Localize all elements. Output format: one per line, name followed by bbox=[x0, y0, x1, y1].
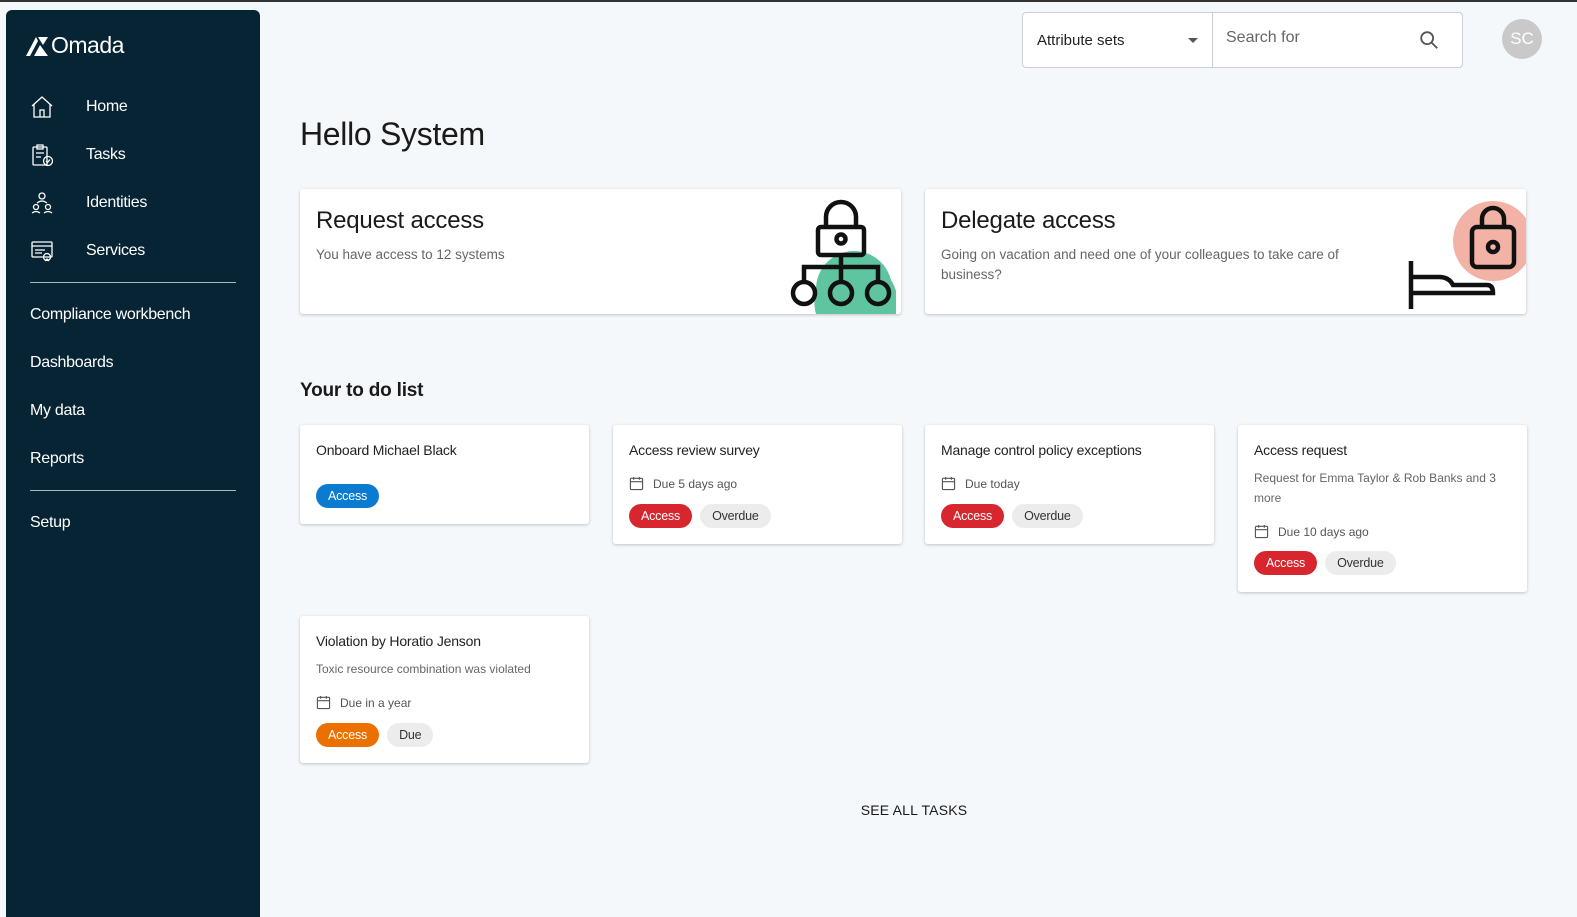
see-all-tasks-link[interactable]: SEE ALL TASKS bbox=[850, 802, 978, 824]
task-card[interactable]: Onboard Michael Black Access bbox=[300, 425, 589, 524]
access-tag: Access bbox=[629, 504, 693, 528]
services-icon bbox=[30, 238, 54, 264]
sidebar-item-identities[interactable]: Identities bbox=[30, 188, 147, 218]
calendar-icon bbox=[316, 695, 331, 710]
status-badge: Overdue bbox=[1012, 504, 1083, 528]
sidebar-item-setup[interactable]: Setup bbox=[30, 508, 71, 538]
sidebar-item-tasks[interactable]: Tasks bbox=[30, 140, 126, 170]
task-title: Access request bbox=[1254, 442, 1347, 458]
sidebar-item-label: Reports bbox=[30, 450, 84, 467]
task-due-text: Due today bbox=[965, 476, 1020, 491]
task-description: Toxic resource combination was violated bbox=[316, 662, 531, 676]
task-due-text: Due 10 days ago bbox=[1278, 524, 1369, 539]
calendar-icon bbox=[941, 476, 956, 491]
task-title: Manage control policy exceptions bbox=[941, 442, 1142, 458]
delegate-access-title: Delegate access bbox=[941, 207, 1116, 234]
access-tag: Access bbox=[941, 504, 1005, 528]
home-icon bbox=[30, 94, 54, 120]
status-badge: Overdue bbox=[700, 504, 771, 528]
sidebar-item-label: Setup bbox=[30, 514, 71, 531]
task-due: Due 5 days ago bbox=[629, 476, 737, 491]
omada-logo[interactable]: Omada bbox=[25, 32, 124, 59]
task-title: Onboard Michael Black bbox=[316, 442, 457, 458]
todo-list-title: Your to do list bbox=[300, 380, 424, 401]
task-tags: Access Overdue bbox=[1254, 551, 1396, 575]
tasks-icon bbox=[30, 142, 54, 168]
task-due: Due today bbox=[941, 476, 1020, 491]
request-access-card[interactable]: Request access You have access to 12 sys… bbox=[300, 189, 901, 314]
access-tag: Access bbox=[316, 723, 380, 747]
sidebar-item-compliance-workbench[interactable]: Compliance workbench bbox=[30, 300, 191, 330]
task-due: Due 10 days ago bbox=[1254, 524, 1369, 539]
task-title: Access review survey bbox=[629, 442, 760, 458]
calendar-icon bbox=[1254, 524, 1269, 539]
task-due-text: Due 5 days ago bbox=[653, 476, 738, 491]
request-access-title: Request access bbox=[316, 207, 484, 234]
lock-bed-icon bbox=[1408, 201, 1526, 309]
task-tags: Access Overdue bbox=[941, 504, 1083, 528]
sidebar-item-label: My data bbox=[30, 402, 85, 419]
task-card[interactable]: Violation by Horatio Jenson Toxic resour… bbox=[300, 616, 589, 763]
logo-text: Omada bbox=[51, 32, 124, 58]
identities-icon bbox=[30, 190, 54, 216]
status-badge: Due bbox=[387, 723, 434, 747]
sidebar-item-reports[interactable]: Reports bbox=[30, 444, 84, 474]
task-description: Request for Emma Taylor & Rob Banks and … bbox=[1254, 471, 1496, 505]
lock-hierarchy-icon bbox=[790, 199, 896, 314]
sidebar-item-my-data[interactable]: My data bbox=[30, 396, 85, 426]
task-tags: Access bbox=[316, 484, 380, 508]
sidebar-item-services[interactable]: Services bbox=[30, 236, 145, 266]
task-tags: Access Due bbox=[316, 723, 434, 747]
delegate-access-card[interactable]: Delegate access Going on vacation and ne… bbox=[925, 189, 1526, 314]
task-tags: Access Overdue bbox=[629, 504, 771, 528]
task-due-text: Due in a year bbox=[340, 695, 412, 710]
sidebar-item-label: Home bbox=[86, 98, 128, 115]
sidebar-divider bbox=[30, 490, 236, 491]
omada-logo-icon bbox=[26, 36, 48, 56]
sidebar-item-dashboards[interactable]: Dashboards bbox=[30, 348, 114, 378]
access-tag: Access bbox=[316, 484, 380, 508]
sidebar: Omada Home Tasks Identities Services Com… bbox=[6, 10, 260, 917]
sidebar-item-label: Dashboards bbox=[30, 354, 114, 371]
access-tag: Access bbox=[1254, 551, 1318, 575]
caret-down-icon bbox=[1188, 38, 1198, 43]
task-card[interactable]: Manage control policy exceptions Due tod… bbox=[925, 425, 1214, 544]
search-input[interactable] bbox=[1226, 29, 1416, 47]
attribute-sets-select[interactable]: Attribute sets bbox=[1022, 12, 1213, 68]
sidebar-item-label: Tasks bbox=[86, 146, 126, 163]
search-icon[interactable] bbox=[1418, 29, 1440, 51]
page-title: Hello System bbox=[300, 116, 485, 152]
sidebar-item-label: Services bbox=[86, 242, 145, 259]
request-access-subtitle: You have access to 12 systems bbox=[316, 247, 505, 262]
search-box bbox=[1212, 12, 1463, 68]
status-badge: Overdue bbox=[1325, 551, 1396, 575]
attribute-sets-value: Attribute sets bbox=[1037, 31, 1125, 49]
sidebar-item-label: Compliance workbench bbox=[30, 306, 191, 323]
avatar[interactable]: SC bbox=[1502, 19, 1542, 59]
task-due: Due in a year bbox=[316, 695, 411, 710]
sidebar-item-label: Identities bbox=[86, 194, 148, 211]
delegate-access-subtitle: Going on vacation and need one of your c… bbox=[941, 247, 1339, 282]
calendar-icon bbox=[629, 476, 644, 491]
sidebar-item-home[interactable]: Home bbox=[30, 92, 128, 122]
task-card[interactable]: Access review survey Due 5 days ago Acce… bbox=[613, 425, 902, 544]
task-card[interactable]: Access request Request for Emma Taylor &… bbox=[1238, 425, 1527, 592]
sidebar-divider bbox=[30, 282, 236, 283]
task-title: Violation by Horatio Jenson bbox=[316, 633, 481, 649]
